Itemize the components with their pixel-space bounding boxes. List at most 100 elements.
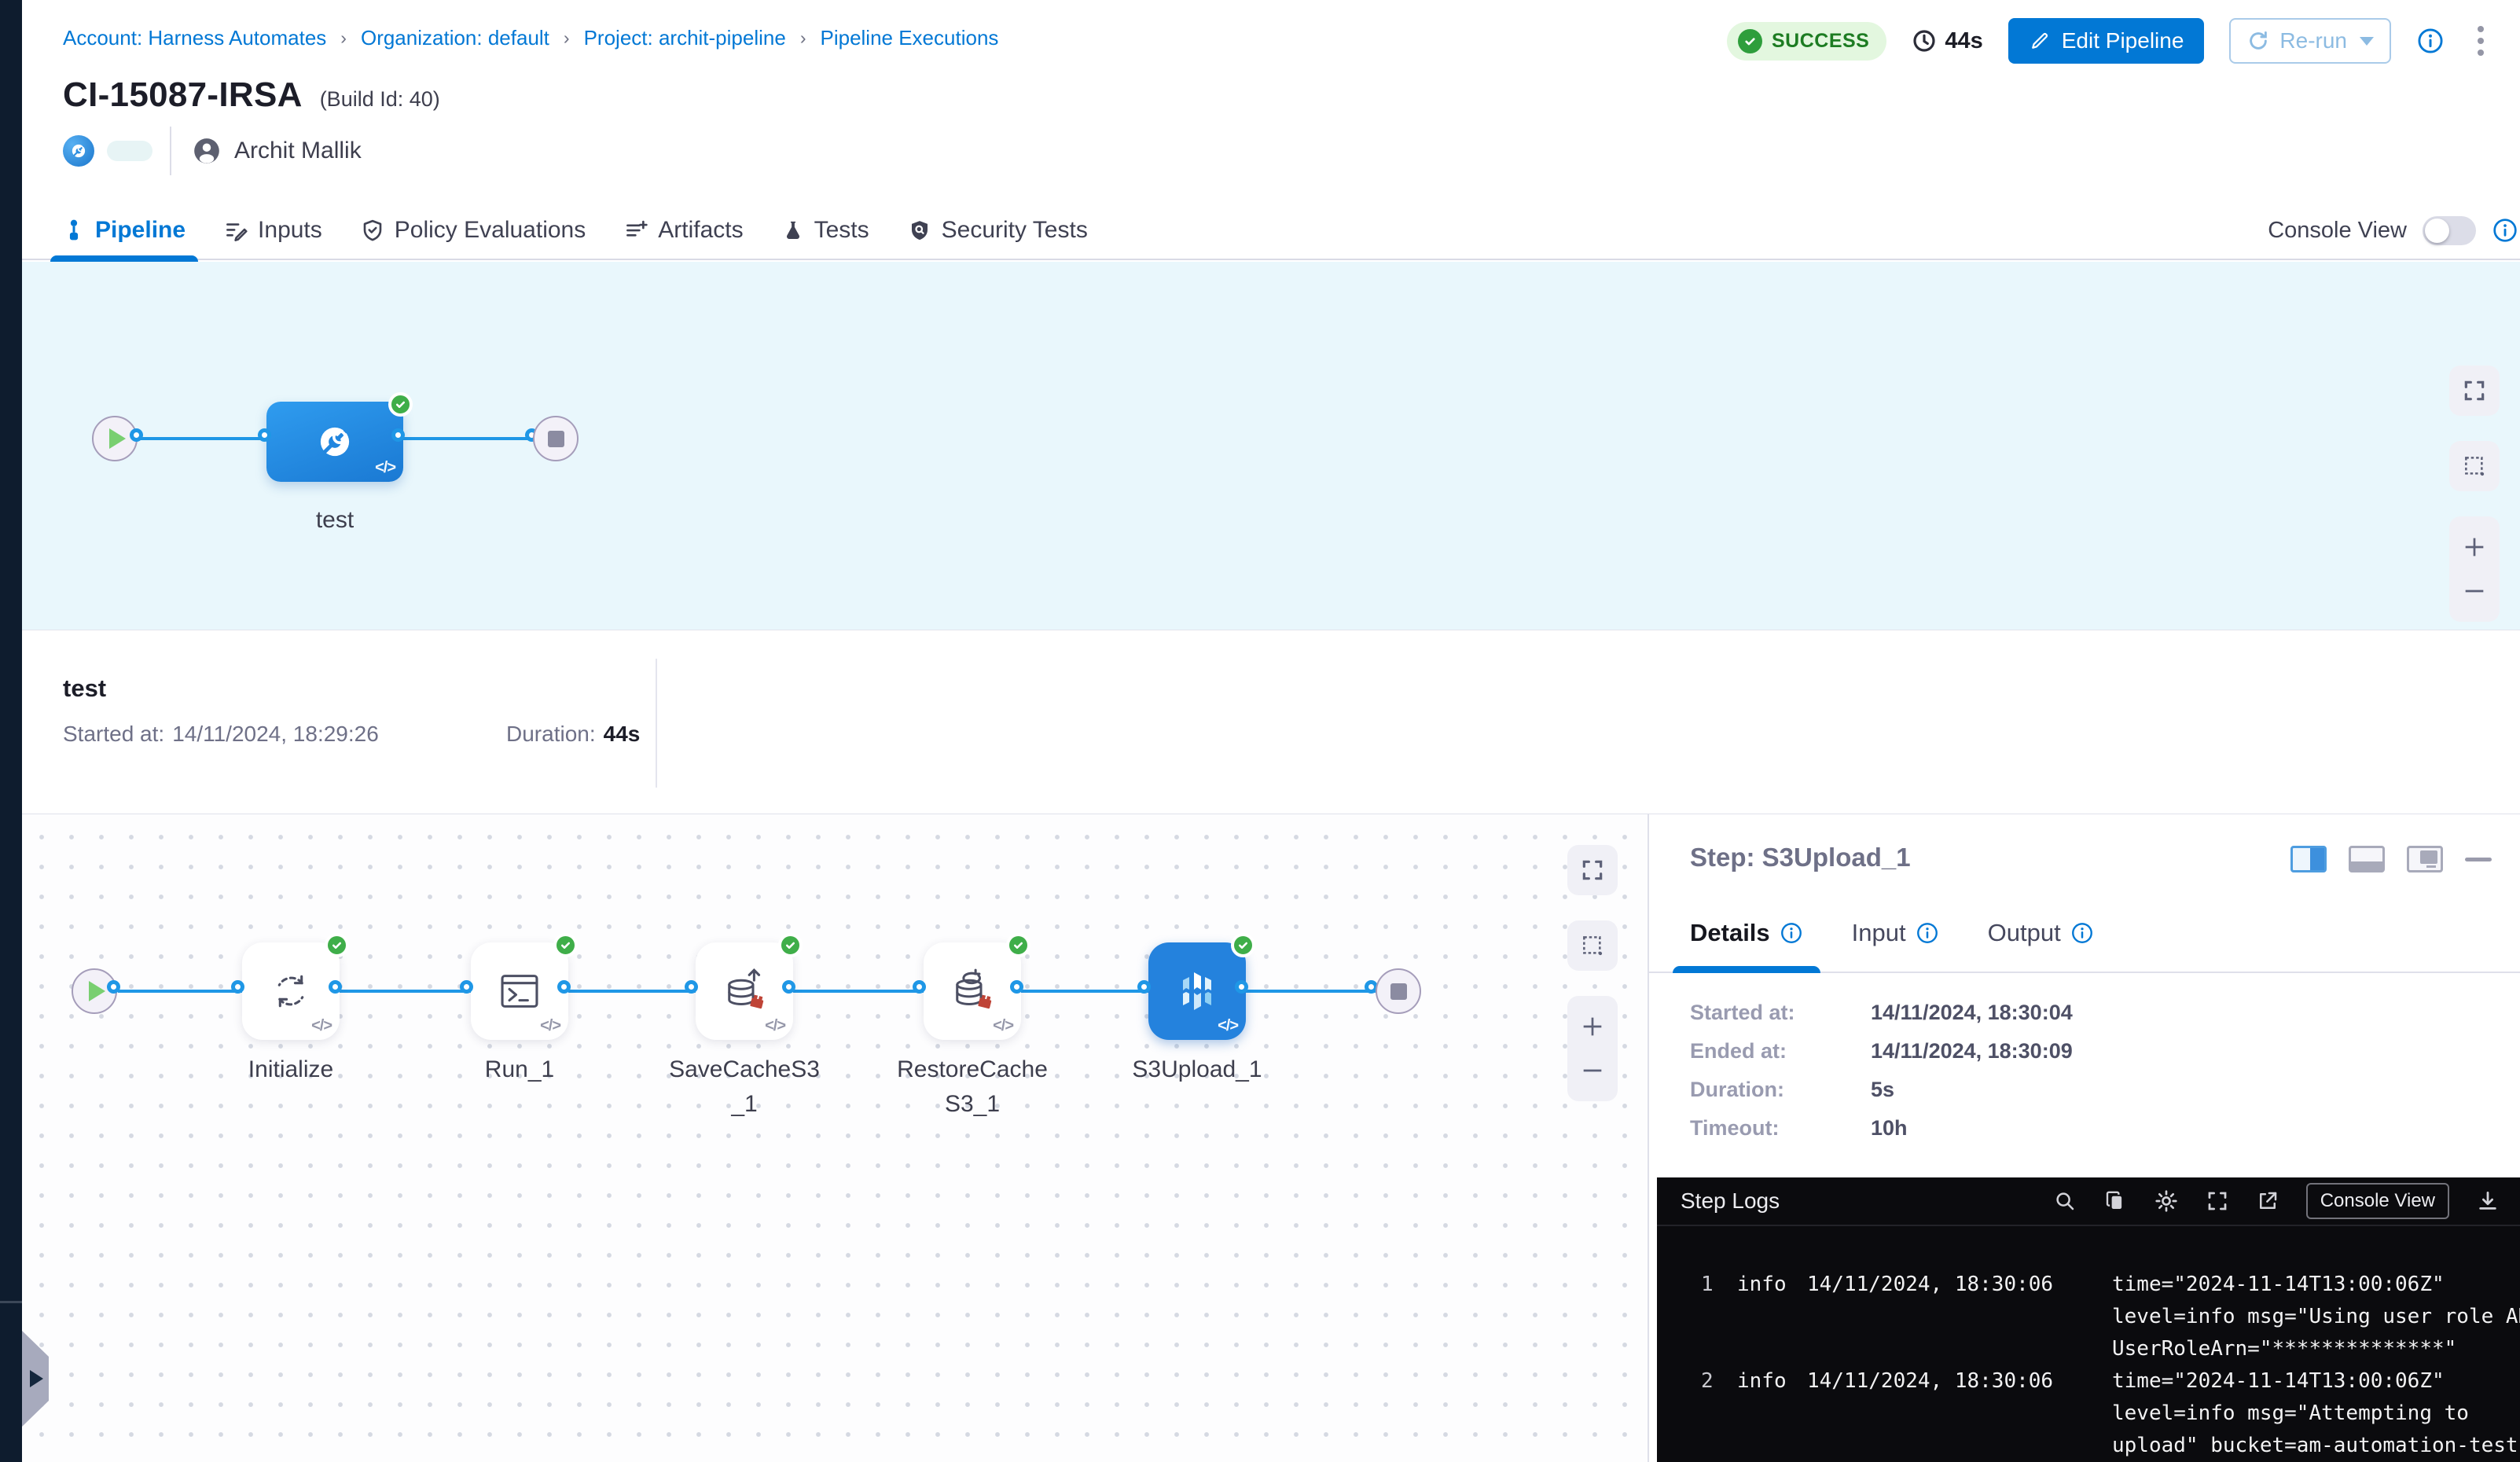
fullscreen-icon[interactable] [2206,1189,2229,1213]
code-view-icon[interactable]: </> [311,1017,332,1035]
chevron-right-icon: › [800,28,806,49]
layout-split-right-icon[interactable] [2290,846,2327,872]
steps-end-node [1376,968,1421,1014]
execution-actions: SUCCESS 44s Edit Pipeline Re-run [1727,17,2492,64]
zoom-in-icon[interactable] [1579,1013,1606,1040]
zoom-in-icon[interactable] [2461,534,2488,560]
restore-cache-s3-icon [946,965,998,1017]
canvas-marquee-select-button[interactable] [2449,441,2500,491]
log-entry: 1 info 14/11/2024, 18:30:06 time="2024-1… [1701,1269,2520,1365]
success-check-icon [1006,933,1030,957]
breadcrumb-account[interactable]: Account: Harness Automates [63,26,326,50]
more-options-menu-icon[interactable] [2470,23,2492,59]
tab-tests[interactable]: Tests [782,200,869,260]
tab-output[interactable]: Output [1988,894,2094,972]
edge-connector-dot [329,980,342,994]
canvas-fullscreen-button[interactable] [1567,845,1618,895]
copy-icon[interactable] [2103,1189,2127,1213]
layout-split-bottom-icon[interactable] [2349,846,2385,872]
info-icon[interactable] [2416,27,2445,55]
stage-end-node [533,416,579,461]
code-view-icon[interactable]: </> [375,459,395,477]
detail-row-started-at: Started at: 14/11/2024, 18:30:04 [1690,994,2073,1032]
layout-floating-icon[interactable] [2407,846,2443,872]
s3-upload-icon [1172,966,1222,1016]
open-external-icon[interactable] [2256,1189,2279,1213]
breadcrumb-organization[interactable]: Organization: default [361,26,549,50]
step-label-savecaches3-1[interactable]: SaveCacheS3_1 [667,1052,821,1122]
console-view-button[interactable]: Console View [2306,1183,2449,1219]
canvas-marquee-select-button[interactable] [1567,920,1618,971]
code-view-icon[interactable]: </> [993,1017,1013,1035]
edge-connector-dot [1137,980,1151,994]
code-view-icon[interactable]: </> [765,1017,785,1035]
info-icon[interactable] [1780,921,1803,945]
triggered-by-user: Archit Mallik [234,138,362,164]
tab-security-tests[interactable]: Security Tests [908,200,1088,260]
step-node-run-1[interactable]: </> [471,942,568,1040]
success-check-icon [325,933,349,957]
zoom-out-icon[interactable] [1579,1057,1606,1084]
run-step-icon [495,967,544,1016]
refresh-icon [2246,29,2270,53]
tab-details[interactable]: Details [1690,894,1803,972]
detail-row-timeout: Timeout: 10h [1690,1109,2073,1148]
edge-connector-dot [460,980,473,994]
user-avatar-icon [192,136,222,166]
tab-artifacts[interactable]: Artifacts [624,200,743,260]
info-icon[interactable] [1916,921,1939,945]
clock-icon [1912,28,1937,53]
step-node-restorecaches3-1[interactable]: </> [924,942,1021,1040]
info-icon[interactable] [2070,921,2094,945]
step-logs-body[interactable]: 1 info 14/11/2024, 18:30:06 time="2024-1… [1657,1226,2520,1462]
code-view-icon[interactable]: </> [540,1017,560,1035]
collapsed-sidebar [0,0,22,1462]
download-icon[interactable] [2476,1189,2500,1213]
minimize-panel-icon[interactable] [2465,858,2492,861]
breadcrumb-project[interactable]: Project: archit-pipeline [584,26,786,50]
step-label-initialize[interactable]: Initialize [214,1052,368,1087]
step-node-savecaches3-1[interactable]: </> [696,942,793,1040]
execution-tabbar: Pipeline Inputs Policy Evaluations Artif… [22,200,2520,260]
play-icon [89,981,105,1001]
step-label-s3upload-1[interactable]: S3Upload_1 [1120,1052,1274,1087]
log-message: time="2024-11-14T13:00:06Z" level=info m… [2112,1365,2520,1462]
info-icon[interactable] [2492,217,2518,244]
chevron-right-icon: › [340,28,347,49]
step-logs-toolbar: Console View [2053,1183,2500,1219]
success-check-icon [1231,933,1255,957]
console-view-label: Console View [2268,218,2407,244]
step-details-list: Started at: 14/11/2024, 18:30:04 Ended a… [1690,994,2073,1148]
save-cache-s3-icon [718,965,770,1017]
code-view-icon[interactable]: </> [1218,1017,1238,1035]
search-icon[interactable] [2053,1189,2077,1213]
step-label-restorecaches3-1[interactable]: RestoreCacheS3_1 [895,1052,1049,1122]
tab-input[interactable]: Input [1852,894,1939,972]
step-label-run-1[interactable]: Run_1 [443,1052,597,1087]
canvas-fullscreen-button[interactable] [2449,366,2500,416]
build-id: (Build Id: 40) [320,87,440,112]
step-node-s3upload-1[interactable]: </> [1148,942,1246,1040]
step-edge [1246,990,1376,993]
tab-inputs[interactable]: Inputs [224,200,322,260]
shield-check-icon [361,219,384,242]
breadcrumb-pipeline-executions[interactable]: Pipeline Executions [820,26,998,50]
rerun-button[interactable]: Re-run [2229,18,2391,64]
pipeline-execution-page: Account: Harness Automates › Organizatio… [0,0,2520,1462]
stage-node-test[interactable]: </> [266,402,403,482]
initialize-icon [266,967,315,1016]
step-node-initialize[interactable]: </> [242,942,340,1040]
edit-pipeline-button[interactable]: Edit Pipeline [2008,18,2205,64]
tab-policy-evaluations[interactable]: Policy Evaluations [361,200,586,260]
edge-connector-dot [1010,980,1023,994]
step-edge [568,990,696,993]
play-icon [109,428,126,449]
tab-pipeline[interactable]: Pipeline [63,200,186,260]
console-view-toggle[interactable] [2423,216,2476,245]
edge-connector-dot [685,980,698,994]
settings-gear-icon[interactable] [2154,1188,2179,1214]
stage-label[interactable]: test [266,507,403,534]
status-text: SUCCESS [1772,30,1869,53]
zoom-out-icon[interactable] [2461,578,2488,604]
edge-connector-dot [258,428,271,442]
